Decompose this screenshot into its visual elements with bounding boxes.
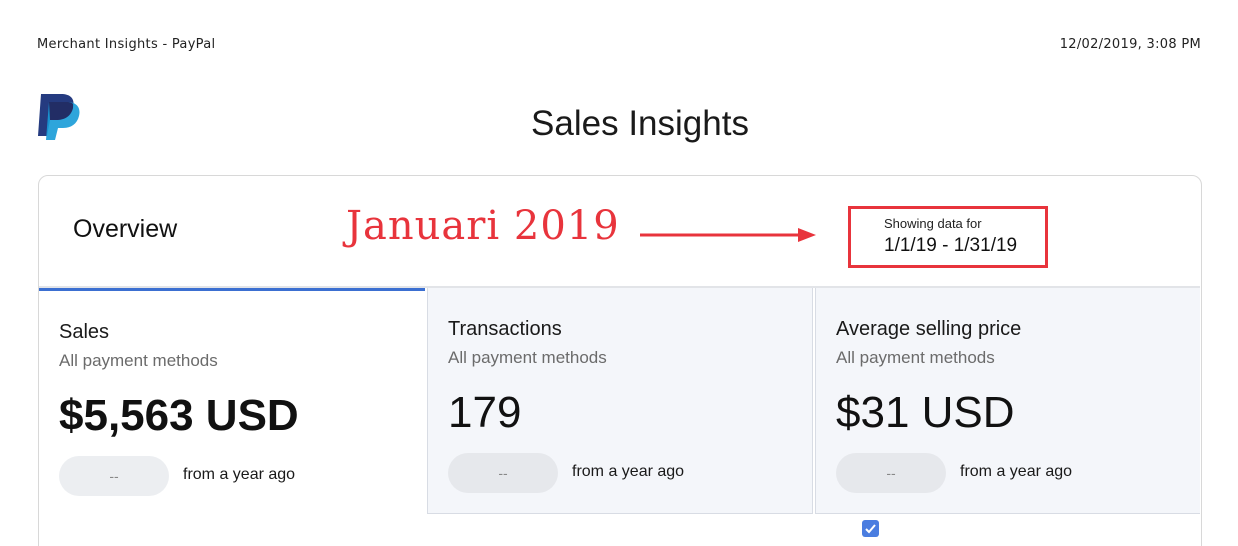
annotation-month: Januari 2019 bbox=[346, 203, 620, 249]
print-header-title: Merchant Insights - PayPal bbox=[37, 37, 216, 52]
page: Merchant Insights - PayPal 12/02/2019, 3… bbox=[0, 0, 1238, 546]
tile-value: $31 USD bbox=[836, 388, 1015, 437]
checkmark-icon bbox=[865, 524, 876, 534]
date-range-selector[interactable]: Showing data for 1/1/19 - 1/31/19 bbox=[848, 206, 1048, 268]
series-checkbox[interactable] bbox=[862, 520, 879, 537]
date-range-caption: Showing data for bbox=[884, 216, 982, 231]
tile-subtitle: All payment methods bbox=[836, 348, 995, 367]
date-range-value: 1/1/19 - 1/31/19 bbox=[884, 235, 1018, 256]
compare-label: from a year ago bbox=[183, 466, 296, 483]
print-header-datetime: 12/02/2019, 3:08 PM bbox=[1059, 37, 1201, 52]
change-badge: -- bbox=[59, 456, 169, 496]
tile-title: Sales bbox=[59, 321, 110, 343]
page-title: Sales Insights bbox=[531, 104, 749, 143]
tile-title: Transactions bbox=[448, 318, 562, 340]
tile-subtitle: All payment methods bbox=[59, 351, 218, 370]
tile-title: Average selling price bbox=[836, 318, 1022, 340]
tile-average-selling-price[interactable]: Average selling price All payment method… bbox=[815, 288, 1200, 514]
compare-label: from a year ago bbox=[572, 463, 685, 480]
tile-subtitle: All payment methods bbox=[448, 348, 607, 367]
change-badge: -- bbox=[448, 453, 558, 493]
compare-label: from a year ago bbox=[960, 463, 1073, 480]
annotation-arrow-icon bbox=[640, 228, 816, 242]
tile-transactions[interactable]: Transactions All payment methods 179 -- … bbox=[427, 288, 813, 514]
tile-sales[interactable]: Sales All payment methods $5,563 USD -- … bbox=[39, 288, 425, 514]
tile-value: $5,563 USD bbox=[59, 391, 299, 440]
change-badge: -- bbox=[836, 453, 946, 493]
overview-heading: Overview bbox=[73, 215, 178, 243]
tile-value: 179 bbox=[448, 388, 522, 437]
